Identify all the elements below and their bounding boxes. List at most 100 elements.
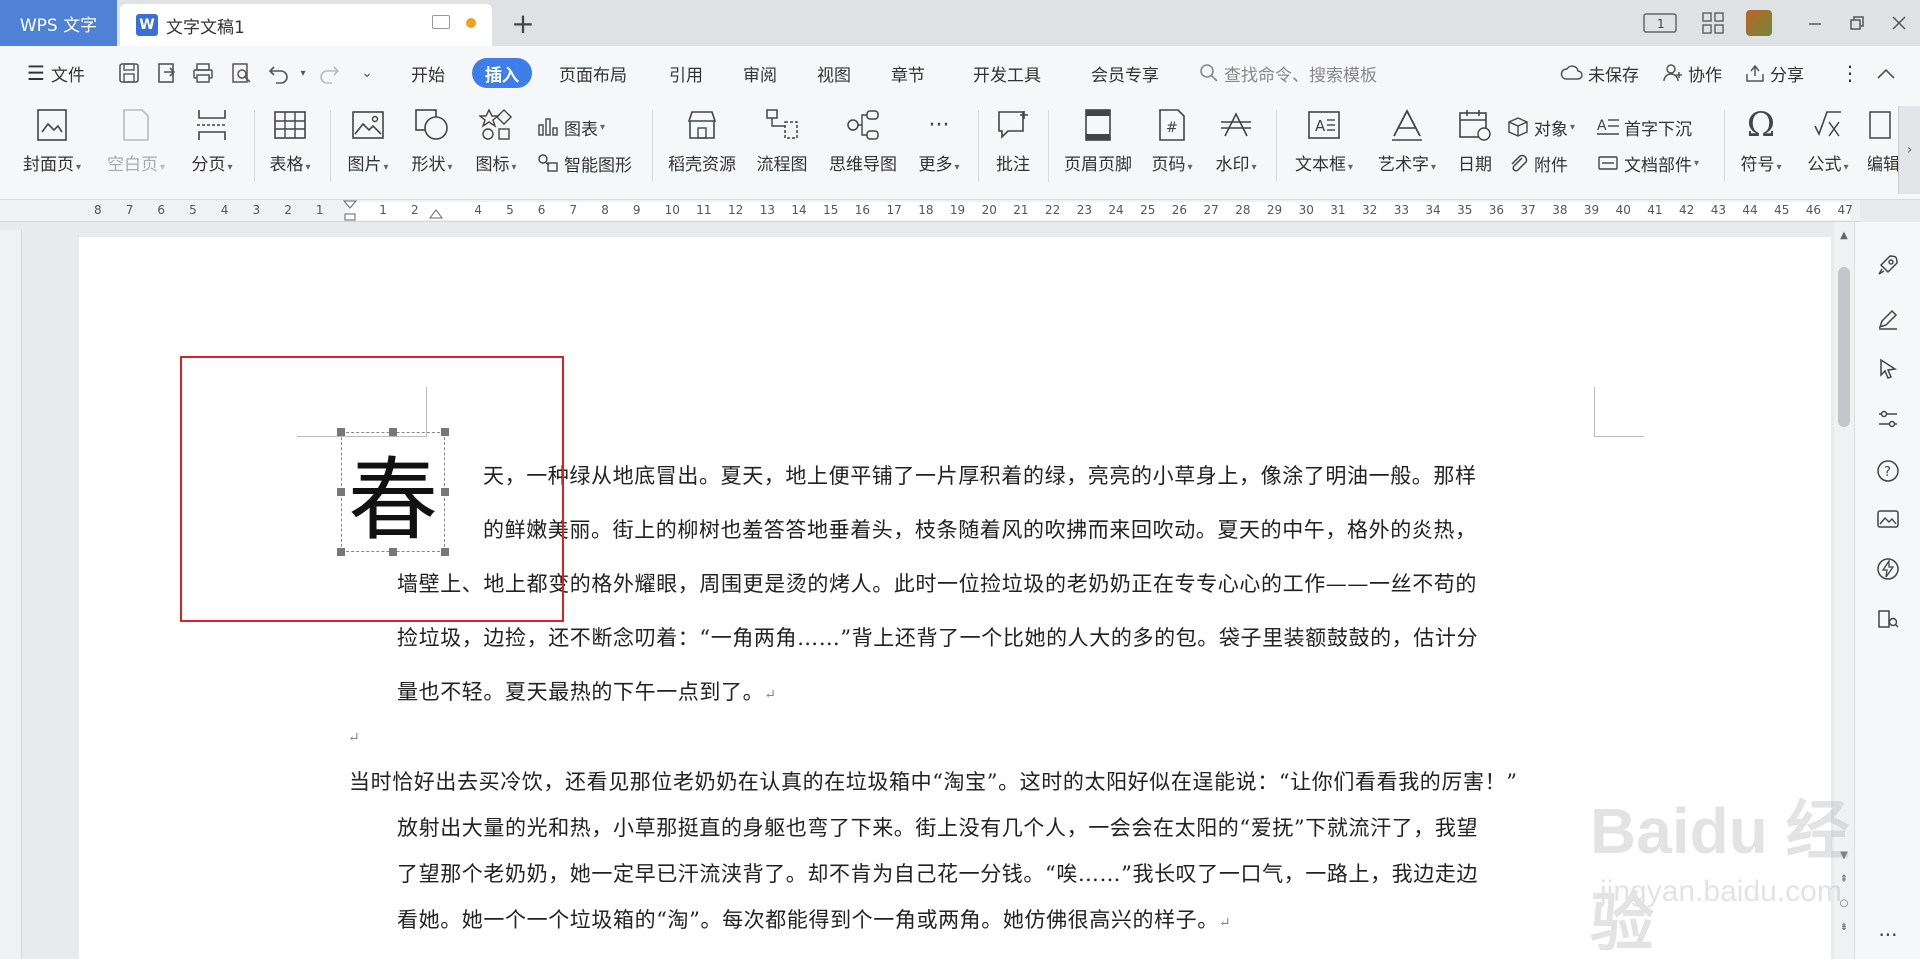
minimize-icon[interactable] [1800,8,1830,38]
save-icon[interactable] [116,60,142,86]
monitor-icon[interactable] [432,15,450,29]
calendar-icon [1455,104,1495,146]
tab-home[interactable]: 开始 [402,58,454,88]
pen-icon[interactable] [1875,306,1901,332]
edit-button[interactable]: 编辑 [1868,104,1898,186]
doc-parts-label: 文档部件 [1624,155,1692,176]
new-tab-button[interactable]: + [508,7,538,40]
mindmap-button[interactable]: 思维导图 [824,104,902,186]
ruler-tick-label: 44 [1742,203,1758,217]
grid-apps-icon[interactable] [1698,8,1728,38]
picture-icon [348,104,388,146]
avatar[interactable] [1744,8,1774,38]
ribbon-scroll-right-icon[interactable]: › [1898,106,1920,194]
tab-sections[interactable]: 章节 [882,58,934,88]
more-insert-button[interactable]: ··· 更多 ▾ [914,104,964,186]
ruler-tick-label: 19 [949,203,966,217]
help-icon[interactable]: ? [1875,458,1901,484]
tab-developer[interactable]: 开发工具 [962,58,1052,88]
chart-icon [536,115,560,139]
paragraph-line-5[interactable]: 量也不轻。夏天最热的下午一点到了。↵ [397,676,777,706]
symbol-label: 符号 [1740,155,1775,175]
blank-page-button[interactable]: 空白页 ▾ [100,104,172,186]
smart-art-button[interactable]: 智能图形 [536,148,632,178]
tab-member[interactable]: 会员专享 [1080,58,1170,88]
tab-references[interactable]: 引用 [660,58,712,88]
tab-review[interactable]: 审阅 [734,58,786,88]
paragraph-line-4[interactable]: 捡垃圾，边捡，还不断念叨着：“一角两角……”背上还背了一个比她的人大的多的包。袋… [397,622,1478,652]
ruler-tick-label: 43 [1710,203,1726,217]
date-button[interactable]: 日期 [1452,104,1498,186]
print-preview-icon[interactable] [228,60,254,86]
undo-dropdown-icon[interactable]: ▾ [290,60,316,86]
shape-button[interactable]: 形状 ▾ [404,104,460,186]
empty-paragraph-mark[interactable]: ↵ [348,730,360,746]
header-footer-button[interactable]: 页眉页脚 [1058,104,1138,186]
paragraph-line-9[interactable]: 看她。她一个一个垃圾箱的“淘”。每次都能得到个一角或两角。她仿佛很高兴的样子。↵ [397,904,1231,934]
paragraph-line-7[interactable]: 放射出大量的光和热，小草那挺直的身躯也弯了下来。街上没有几个人，一会会在太阳的“… [397,812,1478,842]
horizontal-ruler[interactable]: 8 7 6 5 4 3 2 1 1 2 4 5 6 7 8 9 10 11 12 13 14 15 16 17 18 19 20 21… [0,200,1860,222]
page-number-button[interactable]: # 页码 ▾ [1146,104,1198,186]
print-icon[interactable] [190,60,216,86]
image-edit-icon[interactable] [1875,506,1901,532]
rocket-icon[interactable] [1875,252,1901,278]
ruler-tick-label: 45 [1774,203,1790,217]
search-placeholder: 查找命令、搜索模板 [1224,65,1377,86]
page-break-button[interactable]: 分页 ▾ [182,104,242,186]
collaborate-button[interactable]: 协作 [1662,58,1722,88]
paragraph-line-8[interactable]: 了望那个老奶奶，她一定早已汗流浃背了。却不肯为自己花一分钱。“唉……”我长叹了一… [397,858,1478,888]
ruler-tick-label: 16 [854,203,871,217]
right-indent-marker-icon[interactable] [428,204,444,220]
customize-dropdown-icon[interactable]: ⌄ [354,60,380,86]
tab-view[interactable]: 视图 [808,58,860,88]
sliders-icon[interactable] [1875,406,1901,432]
lightning-icon[interactable] [1875,556,1901,582]
table-button[interactable]: 表格 ▾ [262,104,318,186]
tab-page-layout[interactable]: 页面布局 [552,58,634,88]
paragraph-line-2[interactable]: 的鲜嫩美丽。街上的柳树也羞答答地垂着头，枝条随着风的吹拂而来回吹动。夏天的中午，… [483,514,1477,544]
symbol-button[interactable]: Ω 符号 ▾ [1732,104,1790,186]
comment-button[interactable]: 批注 [990,104,1036,186]
more-options-icon[interactable]: ⋮ [1840,58,1860,88]
document-tab[interactable]: W 文字文稿1 [120,4,492,46]
paragraph-line-6[interactable]: 当时恰好出去买冷饮，还看见那位老奶奶在认真的在垃圾箱中“淘宝”。这时的太阳好似在… [349,766,1518,796]
attachment-button[interactable]: 附件 [1506,148,1568,178]
flowchart-button[interactable]: 流程图 [752,104,812,186]
indent-marker-icon[interactable] [342,200,360,222]
cover-page-button[interactable]: 封面页 ▾ [16,104,88,186]
collapse-ribbon-icon[interactable] [1876,58,1896,88]
unsaved-dot-icon [466,18,476,28]
unsaved-status[interactable]: 未保存 [1560,58,1639,88]
icon-button[interactable]: 图标 ▾ [468,104,524,186]
reading-mode-icon[interactable] [1875,606,1901,632]
command-search[interactable]: 查找命令、搜索模板 [1198,58,1377,88]
drop-cap-button[interactable]: A 首字下沉 [1596,112,1692,142]
layout-toggle-icon[interactable]: 1 [1642,8,1678,38]
textbox-button[interactable]: A 文本框 ▾ [1288,104,1360,186]
share-button[interactable]: 分享 [1744,58,1804,88]
watermark-button[interactable]: 水印 ▾ [1210,104,1262,186]
formula-button[interactable]: 公式 ▾ [1800,104,1856,186]
file-menu[interactable]: ☰ 文件 [20,58,92,88]
chart-button[interactable]: 图表 ▾ [536,112,605,142]
vertical-ruler[interactable] [0,230,22,959]
export-pdf-icon[interactable] [154,60,180,86]
redo-icon[interactable] [316,60,342,86]
paragraph-line-1[interactable]: 天，一种绿从地底冒出。夏天，地上便平铺了一片厚积着的绿，亮亮的小草身上，像涂了明… [483,460,1477,490]
scroll-up-icon[interactable]: ▲ [1838,230,1850,244]
tab-insert[interactable]: 插入 [472,58,532,88]
close-icon[interactable] [1884,8,1914,38]
scrollbar-thumb[interactable] [1838,267,1850,427]
undo-icon[interactable] [266,60,292,86]
wordart-button[interactable]: 艺术字 ▾ [1372,104,1442,186]
docer-resources-button[interactable]: 稻壳资源 [664,104,740,186]
app-tab[interactable]: WPS 文字 [0,0,117,46]
doc-parts-button[interactable]: 文档部件 ▾ [1596,148,1699,178]
restore-icon[interactable] [1842,8,1872,38]
ruler-tick-label: 26 [1171,203,1188,217]
object-button[interactable]: 对象 ▾ [1506,112,1575,142]
pointer-icon[interactable] [1875,356,1901,382]
margin-corner-top-right [1594,387,1644,437]
picture-button[interactable]: 图片 ▾ [340,104,396,186]
cube-icon [1506,115,1530,139]
